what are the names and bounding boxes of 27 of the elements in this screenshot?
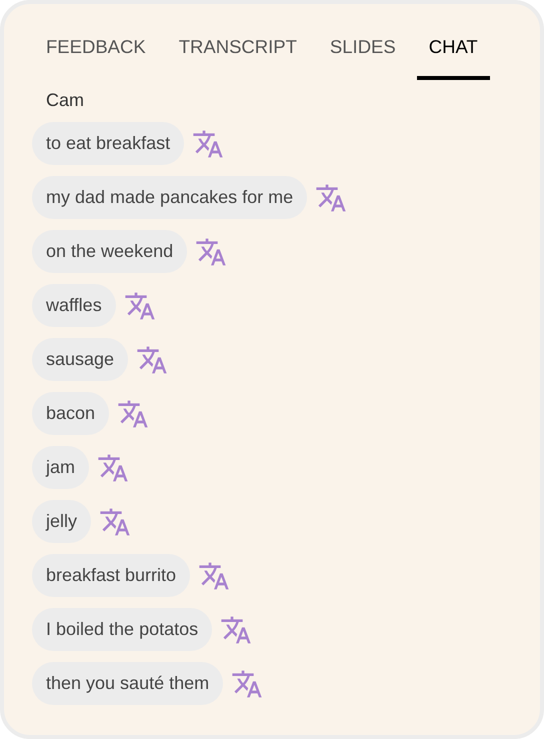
chat-message: waffles (32, 284, 116, 327)
translate-icon[interactable] (220, 614, 252, 646)
translate-icon[interactable] (117, 398, 150, 430)
translate-icon[interactable] (231, 668, 264, 700)
chat-message: then you sauté them (32, 662, 224, 705)
chat-message: I boiled the potatos (32, 608, 212, 651)
chat-message: sausage (32, 338, 128, 381)
chat-message: bacon (32, 392, 110, 435)
chat-message: on the weekend (32, 230, 188, 273)
translate-icon[interactable] (198, 560, 230, 592)
tab[interactable]: FEEDBACK (34, 24, 158, 80)
translate-icon[interactable] (99, 506, 132, 538)
translate-icon[interactable] (136, 344, 168, 376)
chat-message: jam (32, 446, 90, 489)
tab[interactable]: TRANSCRIPT (166, 24, 309, 80)
tab[interactable]: SLIDES (318, 24, 408, 80)
chat-message: to eat breakfast (32, 122, 184, 165)
chat-message: my dad made pancakes for me (32, 176, 308, 219)
translate-icon[interactable] (192, 128, 224, 160)
tab[interactable]: CHAT (416, 24, 490, 80)
chat-message: jelly (32, 500, 92, 543)
chat-message: breakfast burrito (32, 554, 190, 597)
translate-icon[interactable] (315, 182, 348, 214)
author-name: Cam (46, 90, 84, 111)
translate-icon[interactable] (124, 290, 156, 322)
translate-icon[interactable] (97, 452, 130, 484)
translate-icon[interactable] (195, 236, 228, 268)
